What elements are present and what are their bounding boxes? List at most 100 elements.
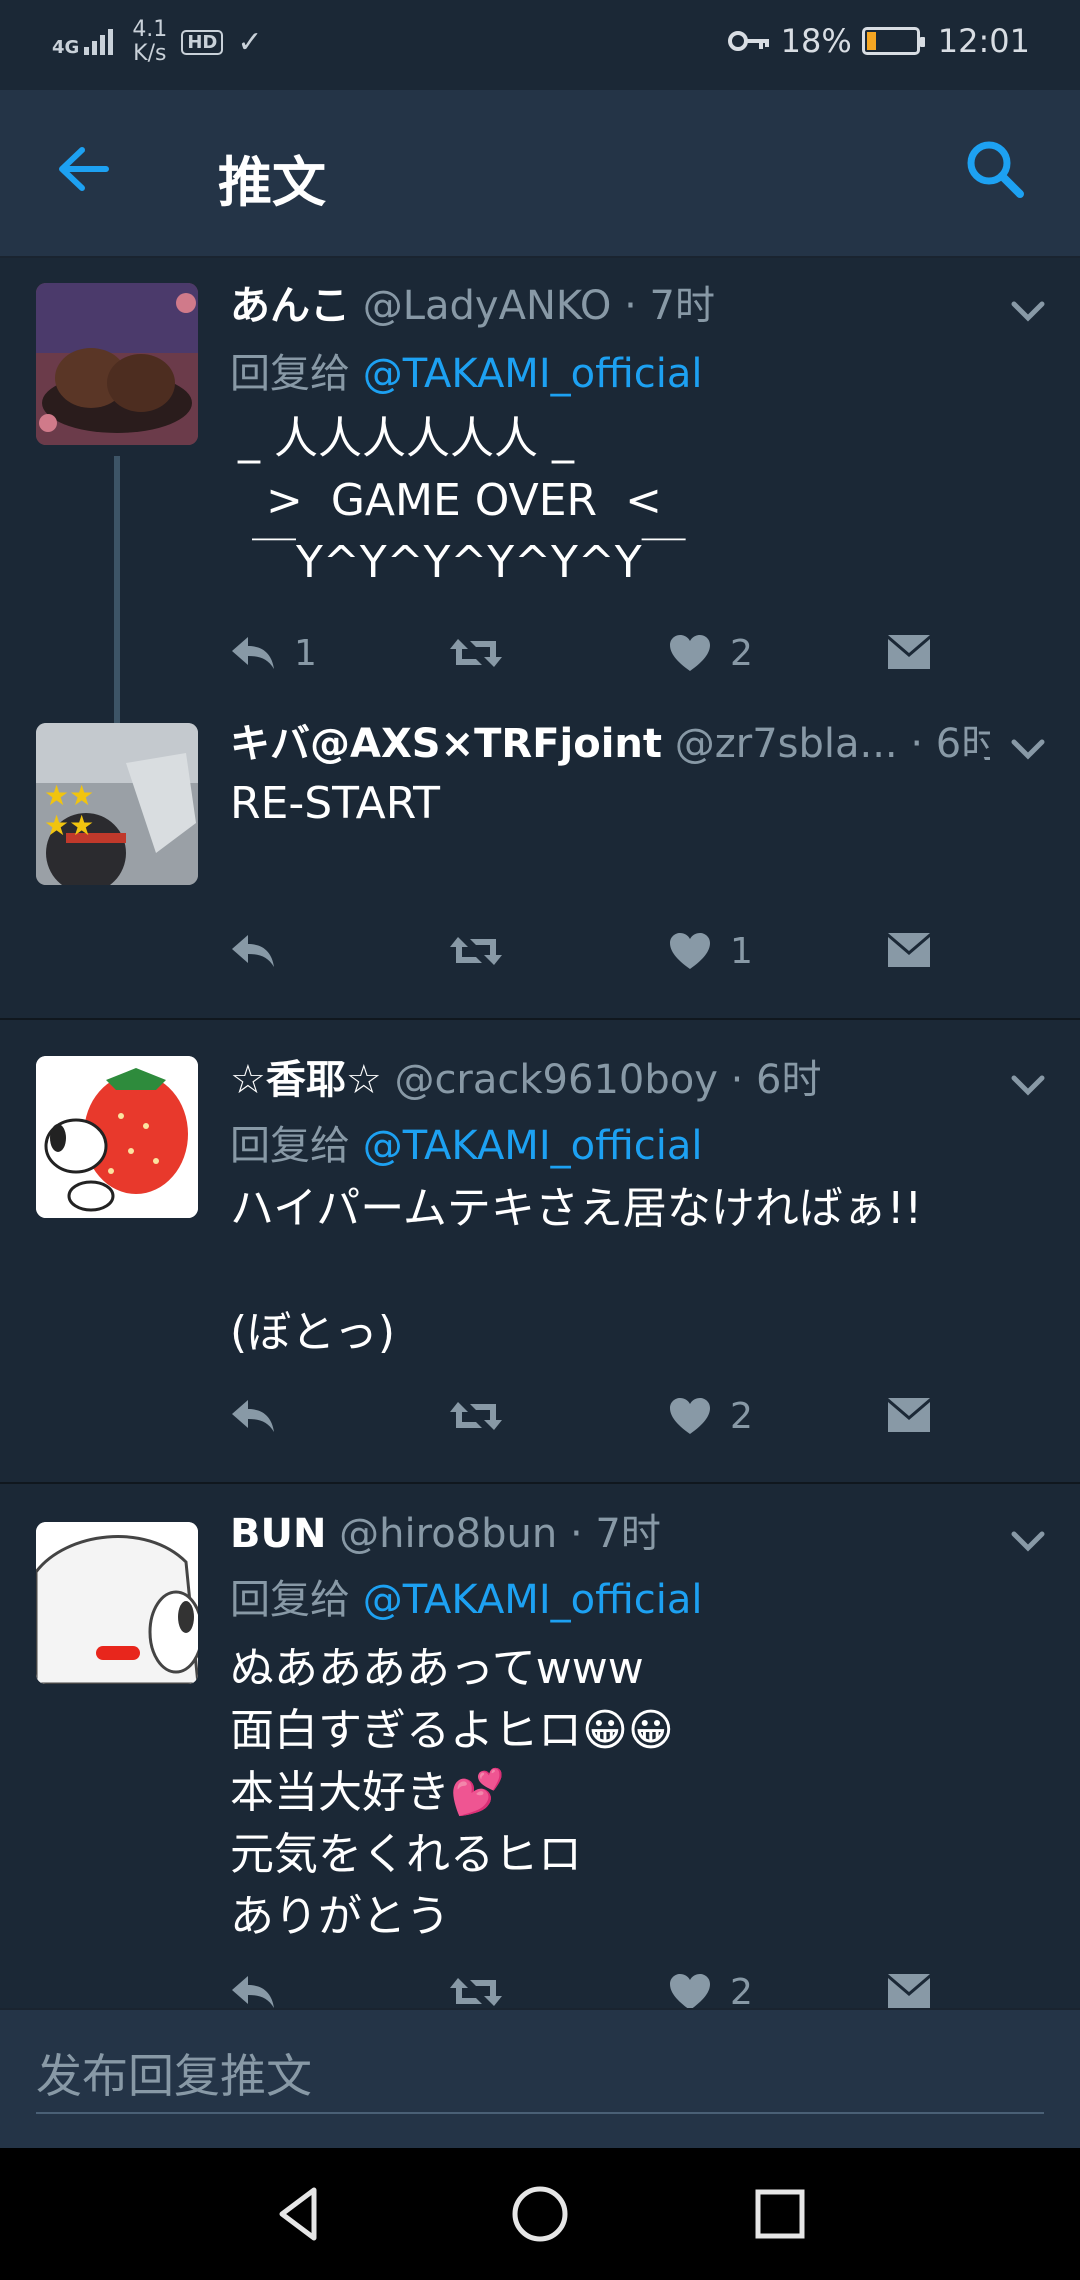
network-speed: 4.1 K/s: [132, 17, 168, 66]
reply-icon: [232, 637, 274, 669]
search-button[interactable]: [960, 134, 1030, 204]
tweet-text: ぬああああってwww 面白すぎるよヒロ😀😀 本当大好き💕 元気をくれるヒロ あり…: [230, 1643, 674, 1942]
retweet-button[interactable]: [448, 1962, 522, 2008]
tweet-actions: 1: [228, 921, 948, 981]
search-icon: [967, 141, 1024, 198]
dm-button[interactable]: [886, 1962, 932, 2008]
svg-text:★★: ★★: [44, 809, 94, 842]
envelope-icon: [888, 1974, 930, 2008]
tweet-header: キバ@AXS×TRFjoint @zr7sbla... · 6时: [230, 718, 990, 770]
timestamp: · 7时: [624, 283, 715, 329]
chevron-down-icon[interactable]: [1008, 1064, 1048, 1104]
chevron-down-icon[interactable]: [1008, 1520, 1048, 1560]
heart-icon: [670, 1398, 710, 1434]
like-button[interactable]: 2: [668, 1386, 753, 1446]
reply-button[interactable]: 1: [228, 623, 317, 683]
status-right: 18% 12:01: [727, 22, 1030, 60]
mention-link[interactable]: @TAKAMI_official: [363, 1123, 703, 1169]
timestamp: · 6时: [730, 1057, 822, 1103]
display-name[interactable]: ☆香耶☆: [230, 1057, 382, 1103]
handle[interactable]: @hiro8bun: [339, 1511, 557, 1557]
reply-icon: [232, 1400, 274, 1432]
retweet-button[interactable]: [448, 623, 522, 683]
dm-button[interactable]: [886, 623, 932, 683]
dm-button[interactable]: [886, 1386, 932, 1446]
thread-line: [114, 456, 120, 723]
back-triangle-icon: [279, 2187, 317, 2241]
tweet-text: _ 人人人人人人 _ > GAME OVER < ￣Y^Y^Y^Y^Y^Y￣: [238, 413, 686, 588]
page-title: 推文: [218, 151, 326, 214]
reply-icon: [232, 935, 274, 967]
like-button[interactable]: 2: [668, 1962, 753, 2008]
avatar[interactable]: ★★ ★★: [36, 723, 198, 885]
check-icon: ✓: [237, 24, 263, 60]
tweet-text: ハイパームテキさえ居なければぁ!! (ぼとっ): [230, 1183, 923, 1358]
recents-square-icon: [755, 2189, 805, 2239]
tweet-item[interactable]: BUN @hiro8bun · 7时 回复给 @TAKAMI_official …: [0, 1484, 1080, 2008]
chevron-down-icon[interactable]: [1008, 290, 1048, 330]
home-circle-icon: [512, 2186, 568, 2242]
like-button[interactable]: 1: [668, 921, 753, 981]
svg-text:★★: ★★: [44, 779, 94, 812]
envelope-icon: [888, 1398, 930, 1432]
display-name[interactable]: あんこ: [230, 283, 350, 329]
reply-icon: [232, 1976, 274, 2008]
heart-icon: [670, 933, 710, 969]
nav-home-button[interactable]: [508, 2182, 572, 2246]
signal-bars-icon: [84, 29, 114, 55]
tweet-header: ☆香耶☆ @crack9610boy · 6时: [230, 1054, 990, 1106]
tweet-item[interactable]: ★★ ★★ キバ@AXS×TRFjoint @zr7sbla... · 6时 R…: [0, 721, 1080, 1013]
reply-button[interactable]: [228, 1386, 294, 1446]
dm-button[interactable]: [886, 921, 932, 981]
retweet-icon: [450, 937, 502, 965]
nav-recents-button[interactable]: [748, 2182, 812, 2246]
mention-link[interactable]: @TAKAMI_official: [363, 351, 703, 397]
tweet-text: RE-START: [230, 778, 440, 829]
retweet-icon: [450, 639, 502, 667]
display-name[interactable]: キバ@AXS×TRFjoint: [230, 721, 662, 767]
tweet-item[interactable]: ☆香耶☆ @crack9610boy · 6时 回复给 @TAKAMI_offi…: [0, 1020, 1080, 1482]
avatar[interactable]: [36, 1056, 198, 1218]
battery-icon: [861, 27, 925, 55]
chevron-down-icon[interactable]: [1008, 728, 1048, 768]
tweet-actions: 1 2: [228, 623, 948, 683]
retweet-icon: [450, 1402, 502, 1430]
app-bar: 推文: [0, 90, 1080, 258]
battery-percent: 18%: [780, 22, 852, 60]
heart-icon: [670, 635, 710, 671]
retweet-button[interactable]: [448, 1386, 522, 1446]
mention-link[interactable]: @TAKAMI_official: [363, 1577, 703, 1623]
back-button[interactable]: [50, 134, 120, 204]
retweet-button[interactable]: [448, 921, 522, 981]
tweet-actions: 2: [228, 1962, 948, 2008]
status-bar: 4G 4.1 K/s HD ✓ 18% 12:01: [0, 0, 1080, 90]
avatar[interactable]: [36, 1522, 198, 1684]
handle[interactable]: @zr7sbla...: [675, 721, 898, 767]
battery-fill: [866, 32, 876, 50]
heart-icon: [670, 1974, 710, 2008]
retweet-icon: [450, 1978, 502, 2006]
tweet-header: BUN @hiro8bun · 7时: [230, 1508, 990, 1560]
tweet-item[interactable]: あんこ @LadyANKO · 7时 回复给 @TAKAMI_official …: [0, 258, 1080, 723]
reply-button[interactable]: [228, 921, 294, 981]
tweet-header: あんこ @LadyANKO · 7时: [230, 280, 990, 332]
tweet-actions: 2: [228, 1386, 948, 1446]
handle[interactable]: @LadyANKO: [363, 283, 612, 329]
like-button[interactable]: 2: [668, 623, 753, 683]
display-name[interactable]: BUN: [230, 1511, 326, 1557]
reply-context: 回复给 @TAKAMI_official: [230, 1577, 703, 1623]
timestamp: · 7时: [569, 1511, 661, 1557]
network-type: 4G: [52, 37, 80, 58]
reply-button[interactable]: [228, 1962, 294, 2008]
reply-input[interactable]: [36, 2040, 1044, 2114]
handle[interactable]: @crack9610boy: [394, 1057, 717, 1103]
reply-context: 回复给 @TAKAMI_official: [230, 1123, 703, 1169]
tweet-list: あんこ @LadyANKO · 7时 回复给 @TAKAMI_official …: [0, 258, 1080, 2008]
reply-context: 回复给 @TAKAMI_official: [230, 351, 703, 397]
nav-back-button[interactable]: [268, 2182, 332, 2246]
avatar[interactable]: [36, 283, 198, 445]
system-nav-bar: [0, 2148, 1080, 2280]
reply-composer: [0, 2008, 1080, 2148]
hd-badge: HD: [181, 29, 224, 55]
envelope-icon: [888, 635, 930, 669]
